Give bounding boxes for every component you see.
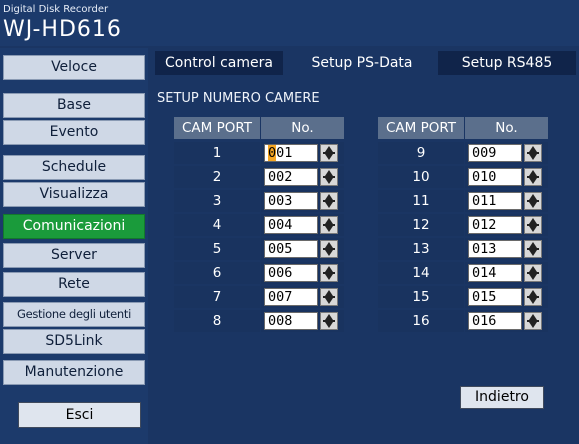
section-title: SETUP NUMERO CAMERE	[157, 91, 320, 106]
camera-number-field[interactable]: 003	[264, 192, 318, 210]
camera-number-field[interactable]: 005	[264, 240, 318, 258]
back-button[interactable]: Indietro	[460, 386, 544, 409]
sidebar-menu: Veloce Base Evento Schedule Visualizza C…	[0, 48, 148, 444]
exit-button[interactable]: Esci	[18, 402, 141, 428]
tab-setup-ps-data[interactable]: Setup PS-Data	[292, 51, 432, 75]
sidebar-item-veloce[interactable]: Veloce	[3, 55, 145, 80]
camera-number-field[interactable]: 006	[264, 264, 318, 282]
camera-number-field[interactable]: 016	[468, 312, 522, 330]
camera-number-row: 001	[261, 142, 344, 164]
camera-number-field[interactable]: 010	[468, 168, 522, 186]
spin-arrows-icon[interactable]	[320, 288, 338, 306]
camera-number-row: 012	[465, 214, 548, 236]
cam-port-label: 1	[174, 142, 260, 164]
sidebar-item-rete[interactable]: Rete	[3, 272, 145, 297]
camera-number-row: 007	[261, 286, 344, 308]
camera-number-row: 010	[465, 166, 548, 188]
spin-arrows-icon[interactable]	[524, 240, 542, 258]
cam-port-label: 7	[174, 286, 260, 308]
camera-number-field[interactable]: 015	[468, 288, 522, 306]
sidebar-item-server[interactable]: Server	[3, 243, 145, 268]
sidebar-item-gestione-utenti[interactable]: Gestione degli utenti	[3, 302, 145, 327]
spin-arrows-icon[interactable]	[524, 216, 542, 234]
spin-arrows-icon[interactable]	[524, 312, 542, 330]
spin-arrows-icon[interactable]	[524, 144, 542, 162]
sidebar-item-evento[interactable]: Evento	[3, 120, 145, 145]
sidebar-item-comunicazioni[interactable]: Comunicazioni	[3, 214, 145, 239]
sidebar-item-base[interactable]: Base	[3, 93, 145, 118]
cam-port-label: 12	[378, 214, 464, 236]
cam-port-label: 9	[378, 142, 464, 164]
spin-arrows-icon[interactable]	[320, 264, 338, 282]
sidebar-item-schedule[interactable]: Schedule	[3, 155, 145, 180]
cam-port-label: 13	[378, 238, 464, 260]
header-cam-port-right: CAM PORT	[378, 117, 464, 139]
cam-port-label: 11	[378, 190, 464, 212]
cam-port-label: 8	[174, 310, 260, 332]
spin-arrows-icon[interactable]	[320, 240, 338, 258]
camera-number-row: 008	[261, 310, 344, 332]
camera-number-row: 004	[261, 214, 344, 236]
header-cam-port-left: CAM PORT	[174, 117, 260, 139]
cam-port-label: 14	[378, 262, 464, 284]
sidebar-item-sd5link[interactable]: SD5Link	[3, 329, 145, 354]
camera-number-field[interactable]: 004	[264, 216, 318, 234]
cam-port-label: 6	[174, 262, 260, 284]
main-panel: Control camera Setup PS-Data Setup RS485…	[149, 48, 579, 444]
header-number-left: No.	[261, 117, 344, 139]
camera-number-row: 014	[465, 262, 548, 284]
cam-port-label: 4	[174, 214, 260, 236]
camera-number-field[interactable]: 009	[468, 144, 522, 162]
camera-number-row: 006	[261, 262, 344, 284]
camera-number-row: 003	[261, 190, 344, 212]
spin-arrows-icon[interactable]	[524, 264, 542, 282]
camera-number-field[interactable]: 002	[264, 168, 318, 186]
cam-port-label: 3	[174, 190, 260, 212]
brand-subtitle: Digital Disk Recorder	[3, 4, 109, 15]
camera-number-field[interactable]: 007	[264, 288, 318, 306]
tab-setup-rs485[interactable]: Setup RS485	[438, 51, 576, 75]
camera-number-row: 013	[465, 238, 548, 260]
spin-arrows-icon[interactable]	[320, 216, 338, 234]
spin-arrows-icon[interactable]	[320, 312, 338, 330]
header-bar: Digital Disk Recorder WJ-HD616	[0, 0, 579, 46]
cam-port-label: 2	[174, 166, 260, 188]
sidebar-item-manutenzione[interactable]: Manutenzione	[3, 360, 145, 385]
camera-number-field[interactable]: 013	[468, 240, 522, 258]
camera-number-row: 005	[261, 238, 344, 260]
camera-number-field[interactable]: 001	[264, 144, 318, 162]
camera-number-row: 002	[261, 166, 344, 188]
cam-port-label: 15	[378, 286, 464, 308]
sidebar-item-visualizza[interactable]: Visualizza	[3, 182, 145, 207]
cam-port-label: 16	[378, 310, 464, 332]
camera-number-row: 016	[465, 310, 548, 332]
spin-arrows-icon[interactable]	[524, 288, 542, 306]
header-number-right: No.	[465, 117, 548, 139]
spin-arrows-icon[interactable]	[320, 168, 338, 186]
camera-number-row: 011	[465, 190, 548, 212]
cam-port-label: 10	[378, 166, 464, 188]
app-window: Digital Disk Recorder WJ-HD616 Veloce Ba…	[0, 0, 579, 444]
camera-number-field[interactable]: 008	[264, 312, 318, 330]
camera-number-row: 009	[465, 142, 548, 164]
camera-number-field[interactable]: 011	[468, 192, 522, 210]
camera-number-field[interactable]: 014	[468, 264, 522, 282]
spin-arrows-icon[interactable]	[320, 192, 338, 210]
edit-cursor: 0	[268, 145, 277, 161]
spin-arrows-icon[interactable]	[524, 192, 542, 210]
spin-arrows-icon[interactable]	[524, 168, 542, 186]
tab-control-camera[interactable]: Control camera	[155, 51, 283, 75]
model-name: WJ-HD616	[3, 17, 122, 42]
cam-port-label: 5	[174, 238, 260, 260]
camera-number-row: 015	[465, 286, 548, 308]
spin-arrows-icon[interactable]	[320, 144, 338, 162]
camera-number-field[interactable]: 012	[468, 216, 522, 234]
